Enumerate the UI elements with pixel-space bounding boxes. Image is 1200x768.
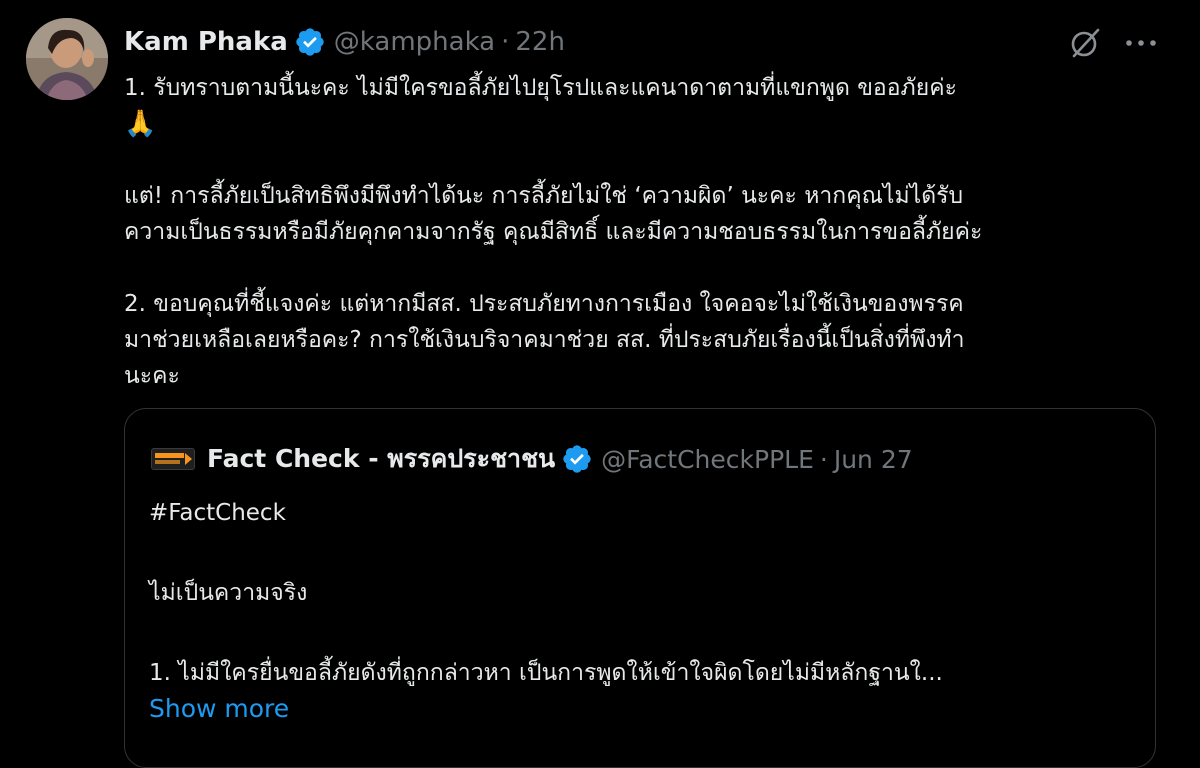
author-handle[interactable]: @kamphaka [334,27,495,57]
tweet-line: 2. ขอบคุณที่ชี้แจงค่ะ แต่หากมีสส. ประสบภ… [124,291,964,317]
avatar[interactable] [26,18,108,100]
show-more-link[interactable]: Show more [149,694,289,723]
quoted-tweet-body: #FactCheck ไม่เป็นความจริง 1. ไม่มีใครยื… [149,495,1129,728]
hashtag-line: #FactCheck [149,500,286,526]
more-options-icon[interactable] [1124,36,1158,50]
tweet-line: มาช่วยเหลือเลยหรือคะ? การใช้เงินบริจาคมา… [124,327,965,353]
tweet-text: 1. รับทราบตามนี้นะคะ ไม่มีใครขอลี้ภัยไปย… [124,70,1164,394]
quoted-author-handle[interactable]: @FactCheckPPLE [601,445,814,474]
quoted-text-line: 1. ไม่มีใครยื่นขอลี้ภัยดังที่ถูกกล่าวหา … [149,660,943,686]
fact-check-logo-icon [151,448,195,470]
quoted-date[interactable]: Jun 27 [834,445,913,474]
pray-emoji: 🙏 [124,109,157,139]
tweet-line: นะคะ [124,363,180,389]
verified-badge-icon[interactable] [561,443,593,475]
tweet-line: 1. รับทราบตามนี้นะคะ ไม่มีใครขอลี้ภัยไปย… [124,75,957,101]
verified-badge-icon[interactable] [294,26,326,58]
grok-icon[interactable] [1068,26,1102,60]
quoted-author-name[interactable]: Fact Check - พรรคประชาชน [207,439,555,479]
tweet-header: Kam Phaka @kamphaka · 22h [124,22,565,62]
quoted-tweet-header: Fact Check - พรรคประชาชน @FactCheckPPLE … [151,439,913,479]
timestamp[interactable]: 22h [515,27,565,57]
quoted-tweet-card[interactable]: Fact Check - พรรคประชาชน @FactCheckPPLE … [124,408,1156,768]
tweet-line: แต่! การลี้ภัยเป็นสิทธิพึงมีพึงทำได้นะ ก… [124,183,964,209]
separator-dot: · [501,27,510,57]
avatar-image [26,18,108,100]
author-name[interactable]: Kam Phaka [124,27,288,57]
quoted-text-line: ไม่เป็นความจริง [149,580,308,606]
separator-dot: · [819,444,828,474]
tweet-line: ความเป็นธรรมหรือมีภัยคุกคามจากรัฐ คุณมีส… [124,219,983,245]
